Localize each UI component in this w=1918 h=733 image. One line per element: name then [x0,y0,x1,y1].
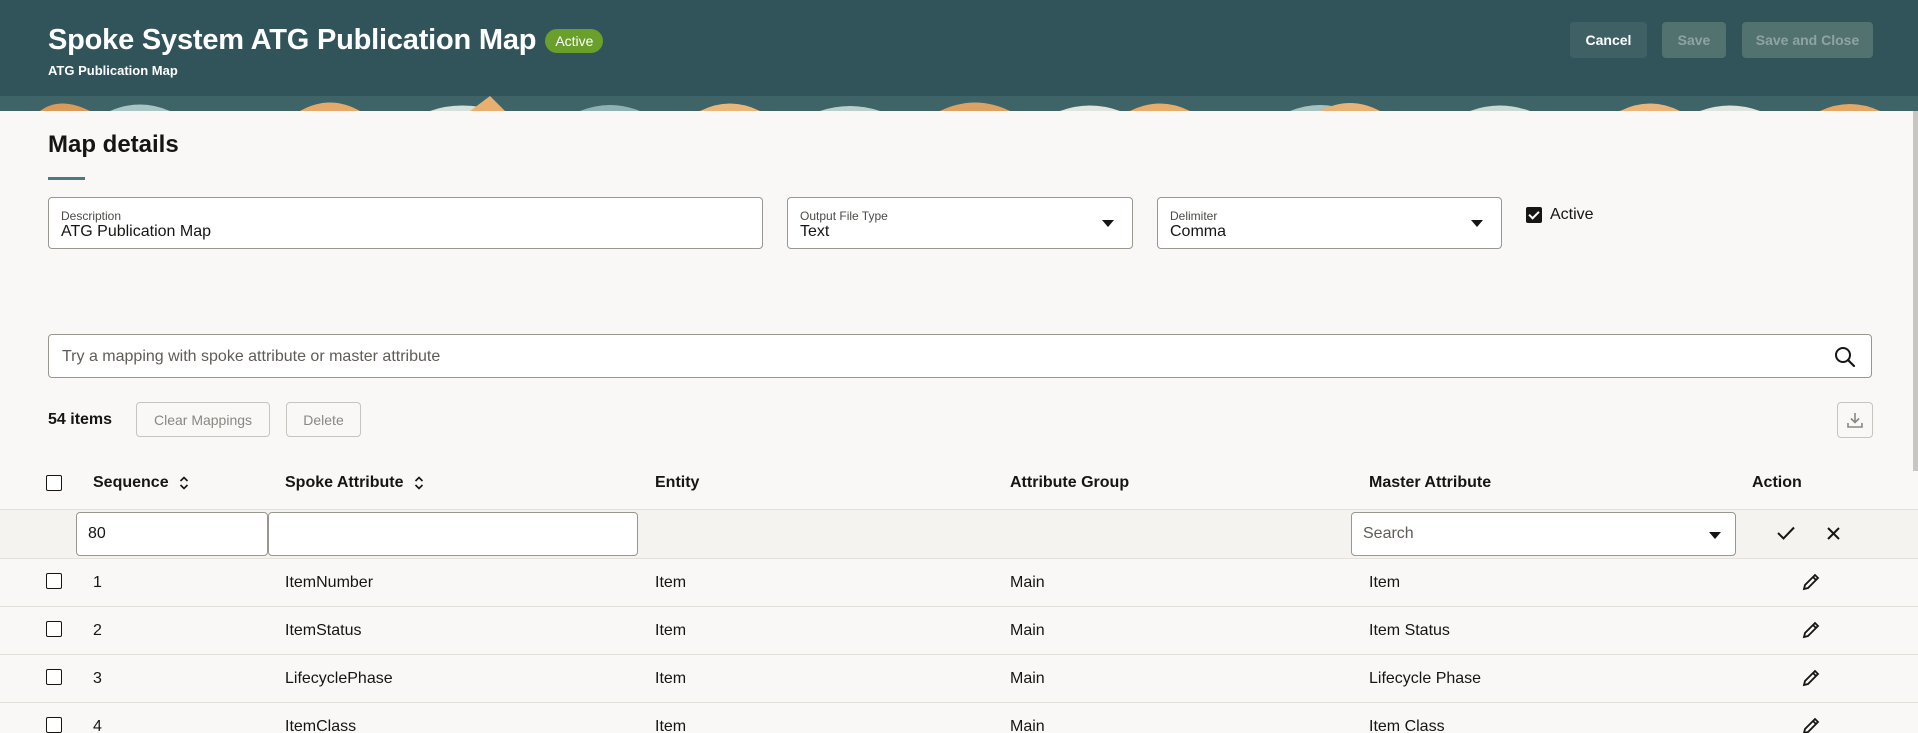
close-icon[interactable] [1826,526,1841,541]
sequence-cell: 4 [93,718,102,733]
active-checkbox[interactable] [1526,207,1542,223]
row-divider [0,558,1918,559]
chevron-down-icon[interactable] [1102,220,1114,227]
output-file-type-value: Text [800,223,830,240]
row-divider [0,606,1918,607]
description-label: Description [61,209,122,223]
attribute-group-cell: Main [1010,574,1045,591]
section-title-underline [48,177,85,180]
items-count: 54 items [48,411,113,428]
column-header-sequence[interactable]: Sequence [93,474,189,492]
master-attribute-select[interactable]: Search [1351,512,1736,556]
master-attribute-placeholder: Search [1363,525,1414,542]
clear-mappings-button[interactable]: Clear Mappings [136,402,270,437]
column-header-action: Action [1752,474,1802,491]
page-scrollbar[interactable] [1913,111,1918,471]
mapping-search-input[interactable]: Try a mapping with spoke attribute or ma… [48,334,1872,378]
row-divider [0,702,1918,703]
status-badge: Active [545,28,604,53]
spoke-attribute-cell: LifecyclePhase [285,670,393,687]
master-attribute-cell: Item Class [1369,718,1445,733]
page-subtitle: ATG Publication Map [48,63,178,78]
row-checkbox[interactable] [46,621,62,637]
attribute-group-cell: Main [1010,718,1045,733]
pencil-edit-icon[interactable] [1801,716,1821,733]
master-attribute-cell: Lifecycle Phase [1369,670,1482,687]
column-header-entity: Entity [655,474,700,491]
search-icon[interactable] [1833,345,1857,369]
row-checkbox[interactable] [46,669,62,685]
chevron-down-icon[interactable] [1709,532,1721,539]
column-header-attribute-group: Attribute Group [1010,474,1130,491]
save-and-close-button[interactable]: Save and Close [1742,22,1873,58]
active-label: Active [1550,206,1594,223]
entity-cell: Item [655,670,687,687]
delimiter-value: Comma [1170,223,1227,240]
sort-icon[interactable] [414,475,424,491]
page-header: Spoke System ATG Publication Map Active … [0,0,1918,111]
section-title: Map details [48,131,179,158]
delimiter-select[interactable]: Delimiter Comma [1157,197,1502,249]
cancel-button[interactable]: Cancel [1570,22,1647,58]
attribute-group-cell: Main [1010,622,1045,639]
spoke-attribute-cell: ItemClass [285,718,357,733]
description-value[interactable]: ATG Publication Map [61,223,211,241]
chevron-down-icon[interactable] [1471,220,1483,227]
spoke-attribute-input[interactable] [268,512,638,556]
delete-button[interactable]: Delete [286,402,361,437]
pencil-edit-icon[interactable] [1801,620,1821,640]
column-header-master-attribute: Master Attribute [1369,474,1492,491]
description-field[interactable]: Description ATG Publication Map [48,197,763,249]
column-header-label: Spoke Attribute [285,474,404,491]
attribute-group-cell: Main [1010,670,1045,687]
delimiter-label: Delimiter [1170,209,1218,223]
spoke-attribute-cell: ItemNumber [285,574,374,591]
row-checkbox[interactable] [46,573,62,589]
row-divider [0,654,1918,655]
pencil-edit-icon[interactable] [1801,572,1821,592]
column-header-label: Sequence [93,474,169,491]
entity-cell: Item [655,622,687,639]
download-button[interactable] [1837,402,1873,438]
output-file-type-select[interactable]: Output File Type Text [787,197,1133,249]
download-icon [1847,413,1863,428]
entity-cell: Item [655,718,687,733]
page-title: Spoke System ATG Publication Map [48,24,537,56]
sequence-cell: 3 [93,670,102,687]
sort-icon[interactable] [179,475,189,491]
master-attribute-cell: Item Status [1369,622,1450,639]
sequence-cell: 1 [93,574,102,591]
row-checkbox[interactable] [46,717,62,733]
sequence-input[interactable]: 80 [76,512,268,556]
column-header-spoke-attribute[interactable]: Spoke Attribute [285,474,424,492]
select-all-checkbox[interactable] [46,475,62,491]
output-file-type-label: Output File Type [800,209,888,223]
save-button[interactable]: Save [1662,22,1726,58]
spoke-attribute-cell: ItemStatus [285,622,362,639]
search-placeholder: Try a mapping with spoke attribute or ma… [62,348,441,365]
header-decorative-pattern [0,96,1918,111]
sequence-cell: 2 [93,622,102,639]
pencil-edit-icon[interactable] [1801,668,1821,688]
entity-cell: Item [655,574,687,591]
checkmark-icon[interactable] [1776,525,1796,541]
title-row: Spoke System ATG Publication Map Active [48,24,604,57]
master-attribute-cell: Item [1369,574,1401,591]
